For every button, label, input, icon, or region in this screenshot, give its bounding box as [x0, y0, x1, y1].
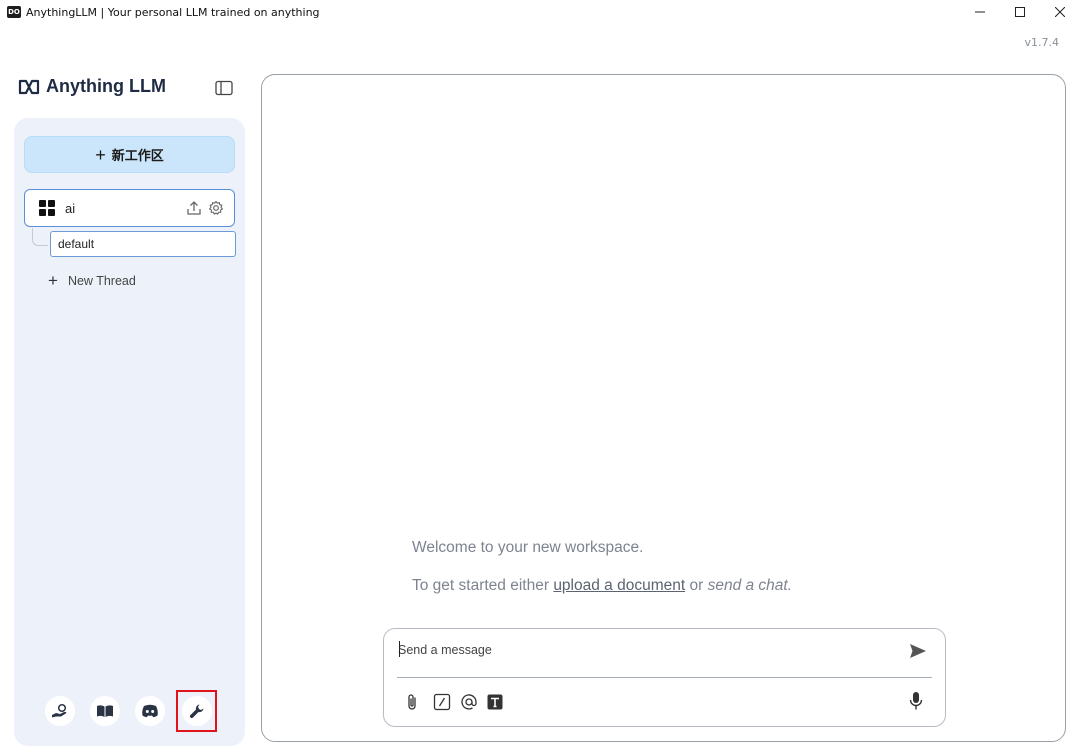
minimize-icon: [975, 11, 985, 13]
window-title-bar: DO AnythingLLM | Your personal LLM train…: [0, 0, 1080, 24]
minimize-button[interactable]: [960, 0, 1000, 24]
sidebar: + 新工作区 ai default + New Thread: [14, 118, 245, 746]
slash-command-button[interactable]: [433, 693, 451, 711]
main-chat-panel: Welcome to your new workspace. To get st…: [261, 74, 1066, 742]
send-arrow-icon: [910, 644, 926, 658]
send-button[interactable]: [909, 643, 927, 664]
window-title: AnythingLLM | Your personal LLM trained …: [26, 5, 320, 19]
workspace-name: ai: [65, 200, 76, 216]
maximize-button[interactable]: [1000, 0, 1040, 24]
upload-icon[interactable]: [186, 200, 202, 216]
attach-button[interactable]: [406, 693, 418, 711]
agent-mention-button[interactable]: [460, 693, 478, 711]
paperclip-icon: [408, 694, 416, 710]
text-size-icon: [487, 694, 503, 710]
settings-wrench-icon: [189, 704, 203, 719]
gear-icon[interactable]: [208, 200, 224, 216]
text-size-button[interactable]: [487, 694, 503, 710]
microphone-button[interactable]: [909, 691, 923, 716]
brand-logo: Anything LLM: [18, 76, 166, 97]
new-workspace-button[interactable]: + 新工作区: [24, 136, 235, 173]
period-text: .: [787, 577, 793, 594]
version-label: v1.7.4: [1024, 36, 1060, 49]
settings-button[interactable]: [181, 696, 212, 726]
discord-button[interactable]: [135, 696, 165, 726]
sidebar-footer: [45, 690, 232, 732]
message-composer: [383, 628, 946, 727]
text-caret: [399, 641, 400, 657]
slash-command-icon: [433, 693, 451, 711]
plus-icon: +: [95, 144, 106, 165]
upload-document-link[interactable]: upload a document: [553, 577, 685, 594]
docs-button[interactable]: [90, 696, 120, 726]
composer-divider: [397, 677, 932, 678]
sidebar-toggle-icon: [215, 80, 233, 96]
community-hub-icon: [52, 703, 67, 718]
discord-icon: [142, 704, 158, 718]
started-prefix: To get started either: [412, 577, 554, 594]
getting-started-message: To get started either upload a document …: [412, 577, 792, 595]
community-hub-button[interactable]: [45, 696, 75, 726]
brand-name: Anything LLM: [46, 76, 166, 96]
send-chat-text: send a chat: [707, 577, 788, 594]
thread-connector: [32, 228, 48, 246]
microphone-icon: [909, 692, 923, 710]
app-icon: DO: [7, 6, 21, 18]
anything-llm-logo-icon: [18, 79, 40, 94]
close-icon: [1055, 7, 1065, 17]
docs-book-icon: [97, 705, 113, 717]
new-workspace-label: 新工作区: [111, 148, 164, 163]
workspace-item-ai[interactable]: ai: [24, 189, 235, 227]
message-input[interactable]: [398, 640, 878, 660]
plus-icon: +: [48, 271, 58, 290]
composer-tools: [406, 693, 503, 711]
settings-highlight-box[interactable]: [176, 690, 217, 732]
welcome-message: Welcome to your new workspace.: [412, 539, 644, 556]
workspace-grid-icon: [39, 200, 55, 216]
close-button[interactable]: [1040, 0, 1080, 24]
window-controls: [960, 0, 1080, 24]
maximize-icon: [1015, 7, 1025, 17]
new-thread-label: New Thread: [67, 273, 136, 288]
new-thread-button[interactable]: + New Thread: [48, 272, 136, 289]
at-agent-icon: [461, 694, 477, 710]
sidebar-toggle-button[interactable]: [215, 80, 233, 96]
thread-item-default[interactable]: default: [50, 231, 236, 257]
or-text: or: [685, 577, 708, 594]
